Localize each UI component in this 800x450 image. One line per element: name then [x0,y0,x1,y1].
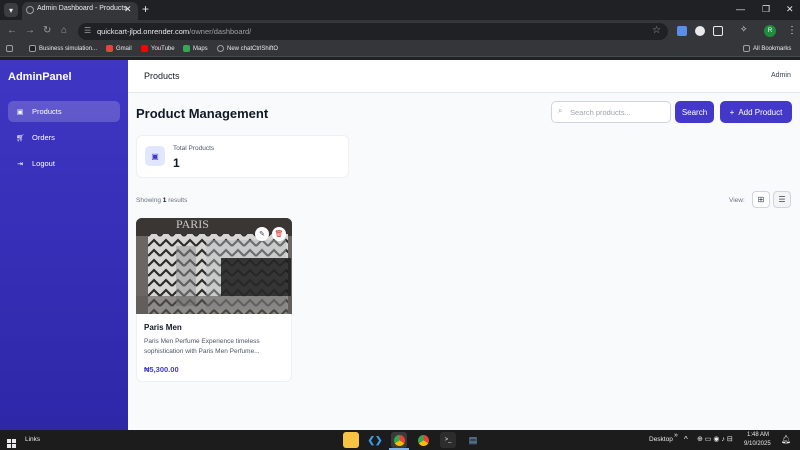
tab-title: Admin Dashboard - Products [37,5,127,12]
bookmark-gmail[interactable]: Gmail [106,45,132,52]
topbar-title: Products [144,71,180,81]
brand-logo: AdminPanel [8,71,72,83]
windows-start-icon[interactable] [7,435,16,448]
extensions-puzzle-icon[interactable] [713,26,723,36]
reload-icon[interactable]: ↻ [43,25,51,36]
add-product-button[interactable]: + Add Product [720,101,792,123]
bookmark-star-icon[interactable]: ☆ [652,25,661,36]
tab-close-icon[interactable]: ✕ [124,4,132,15]
search-icon: ⌕ [558,106,563,115]
maps-icon [183,45,190,52]
page-title: Product Management [136,106,269,121]
product-name: Paris Men [144,323,182,332]
folder-icon [743,45,750,52]
stat-label: Total Products [173,145,215,152]
results-count: Showing 1 results [136,197,188,204]
tray-chevron-icon[interactable]: ^ [684,435,688,444]
stat-card-total-products [136,135,349,178]
add-product-label: Add Product [738,107,783,117]
sidebar-item-label: Products [32,107,62,116]
bookmark-youtube[interactable]: YouTube [141,45,175,52]
clock-date[interactable]: 9/10/2025 [744,441,771,447]
bookmark-business[interactable]: Business simulation... [29,45,97,52]
top-bar [128,60,800,93]
user-menu[interactable]: Admin [771,72,791,79]
youtube-icon [141,45,148,52]
reading-list-icon[interactable]: ✧ [740,24,750,34]
desktop-toolbar[interactable]: Desktop [649,436,673,443]
notification-bell-icon[interactable]: 🔔︎ [781,435,791,444]
notepad-icon[interactable]: ▤ [465,432,481,448]
home-icon[interactable]: ⌂ [61,25,67,36]
chrome-active-icon[interactable] [391,432,407,448]
trash-icon: 🗑︎ [274,231,284,238]
vscode-icon[interactable]: ❮❯ [367,432,383,448]
delete-product-button[interactable]: 🗑︎ [272,227,286,241]
tab-favicon-icon [26,6,34,14]
forward-icon[interactable]: → [25,25,35,36]
product-price: ₦5,300.00 [144,365,179,374]
all-bookmarks[interactable]: All Bookmarks [743,45,791,52]
edit-product-button[interactable]: ✎ [255,227,269,241]
chrome-menu-icon[interactable]: ⋮ [787,25,797,36]
clock-time[interactable]: 1:48 AM [747,432,769,438]
url-text[interactable]: quickcart-jlpd.onrender.com/owner/dashbo… [97,27,251,36]
business-icon [29,45,36,52]
cart-icon: 🛒︎ [16,134,25,142]
product-description: Paris Men Perfume Experience timeless so… [144,338,260,355]
plus-icon: + [729,107,735,117]
sidebar-item-label: Logout [32,159,55,168]
edit-icon: ✎ [259,231,265,238]
profile-avatar[interactable]: R [764,25,776,37]
chrome-icon[interactable] [415,432,431,448]
tab-search-icon[interactable]: ▾ [4,3,18,17]
bookmark-maps[interactable]: Maps [183,45,208,52]
close-window-icon[interactable]: ✕ [786,4,794,15]
extension-translate-icon[interactable] [677,26,687,36]
stat-value: 1 [173,156,180,170]
new-tab-icon[interactable]: + [142,2,149,16]
terminal-icon[interactable]: >_ [440,432,456,448]
sidebar-item-logout[interactable]: ⇥ Logout [8,153,120,174]
sidebar-item-orders[interactable]: 🛒︎ Orders [8,127,120,148]
grid-icon: ⊞ [757,195,765,204]
list-icon: ☰ [778,195,786,204]
toolbar-overflow-icon[interactable]: » [674,432,678,439]
back-icon[interactable]: ← [7,25,17,36]
minimize-icon[interactable]: — [736,4,745,14]
search-input[interactable] [570,104,666,120]
image-brand-text: PARIS [176,218,209,231]
links-toolbar[interactable]: Links [25,436,40,443]
extension-h-icon[interactable] [695,26,705,36]
globe-icon [217,45,224,52]
sidebar-item-products[interactable]: ▣ Products [8,101,120,122]
view-label: View: [729,197,745,204]
bookmark-new-chat[interactable]: New chatCtrlShiftO [217,45,278,52]
box-icon: ▣ [16,108,24,116]
list-view-button[interactable]: ☰ [773,191,791,208]
search-button[interactable]: Search [675,101,714,123]
sidebar-item-label: Orders [32,133,55,142]
gmail-icon [106,45,113,52]
grid-view-button[interactable]: ⊞ [752,191,770,208]
site-info-icon[interactable]: ☰ [84,26,91,35]
apps-icon[interactable] [6,45,13,52]
box-icon: ▣ [145,146,165,166]
maximize-icon[interactable]: ❐ [762,4,770,15]
logout-icon: ⇥ [17,160,23,168]
tray-icons[interactable]: ⊕ ▭ ◉ ♪ ⊟ [697,435,733,443]
file-explorer-icon[interactable] [343,432,359,448]
